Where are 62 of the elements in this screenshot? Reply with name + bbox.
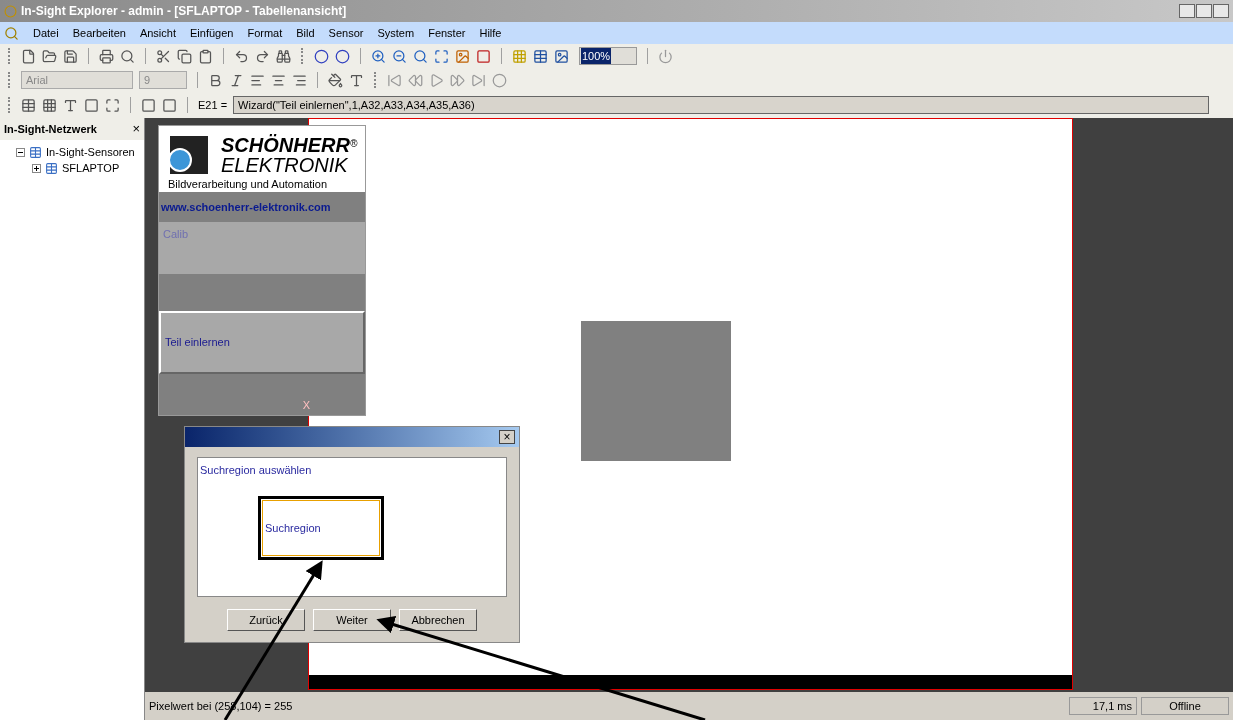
redo-icon[interactable] (255, 48, 270, 64)
zoom-icon[interactable] (413, 48, 428, 64)
tree-item[interactable]: SFLAPTOP (62, 159, 120, 177)
menu-item[interactable]: Format (247, 24, 283, 42)
restore-button[interactable] (1196, 4, 1212, 18)
zoom-in-icon[interactable] (371, 48, 386, 64)
zoom-select[interactable]: 100% (579, 47, 637, 65)
menu-item[interactable]: Hilfe (479, 24, 502, 42)
menu-item[interactable]: Bearbeiten (72, 24, 126, 42)
prompt-text: Suchregion auswählen (200, 463, 312, 478)
menu-item[interactable]: Sensor (328, 24, 364, 42)
print-icon[interactable] (99, 48, 114, 64)
cut-icon[interactable] (156, 48, 171, 64)
status-time: 17,1 ms (1069, 696, 1137, 716)
new-icon[interactable] (21, 48, 36, 64)
collapse-icon[interactable] (16, 147, 25, 157)
fill-icon[interactable] (328, 72, 343, 88)
teach-button[interactable]: Teil einlernen (159, 311, 365, 374)
menu-item[interactable]: Fenster (428, 24, 466, 42)
window-title: In-Sight Explorer - admin - [SFLAPTOP - Tabellenansicht] (21, 3, 347, 20)
undo-icon[interactable] (234, 48, 249, 64)
table-icon[interactable] (533, 48, 548, 64)
zoom-out-icon[interactable] (392, 48, 407, 64)
grid-icon[interactable] (42, 97, 57, 113)
close-button[interactable]: × (499, 430, 515, 444)
dialog-button[interactable]: Abbrechen (399, 609, 477, 631)
panel-title: In-Sight-Netzwerk (4, 121, 97, 137)
app-menu-icon[interactable] (4, 25, 19, 41)
expand-icon[interactable] (32, 163, 41, 173)
marker: X (302, 397, 310, 413)
preview-icon[interactable] (120, 48, 135, 64)
italic-icon[interactable] (229, 72, 244, 88)
formula-field[interactable]: Wizard("Teil einlernen",1,A32,A33,A34,A35,A36) (233, 96, 1209, 114)
paste-icon[interactable] (198, 48, 213, 64)
align-right-icon[interactable] (292, 72, 307, 88)
logo: SCHÖNHERR$^{®}$ ELEKTRONIK Bildverarbeitung und Automation (166, 134, 358, 192)
dialog-button[interactable]: Zurück (227, 609, 305, 631)
tree-item[interactable]: In-Sight-Sensoren (46, 143, 135, 161)
align-left-icon[interactable] (250, 72, 265, 88)
ring-icon[interactable] (335, 48, 350, 64)
ring-icon[interactable] (314, 48, 329, 64)
menu-item[interactable]: Einfügen (190, 24, 234, 42)
cell-reference: E21 = (198, 97, 228, 113)
copy-icon[interactable] (177, 48, 192, 64)
app-icon (4, 4, 17, 18)
find-icon[interactable] (276, 48, 291, 64)
close-button[interactable]: × (132, 119, 140, 139)
menu-item[interactable]: System (377, 24, 415, 42)
minimize-button[interactable] (1179, 4, 1195, 18)
fit-icon[interactable] (434, 48, 449, 64)
save-icon[interactable] (63, 48, 78, 64)
menu-item[interactable]: Datei (33, 24, 59, 42)
bold-icon[interactable] (208, 72, 223, 88)
search-region-button[interactable]: Suchregion (258, 496, 384, 560)
align-center-icon[interactable] (271, 72, 286, 88)
status-state: Offline (1141, 696, 1229, 716)
menu-item[interactable]: Ansicht (139, 24, 176, 42)
close-button[interactable] (1213, 4, 1229, 18)
menu-item[interactable]: Bild (296, 24, 315, 42)
open-icon[interactable] (42, 48, 57, 64)
dialog-button[interactable]: Weiter (313, 609, 391, 631)
table-icon[interactable] (21, 97, 36, 113)
